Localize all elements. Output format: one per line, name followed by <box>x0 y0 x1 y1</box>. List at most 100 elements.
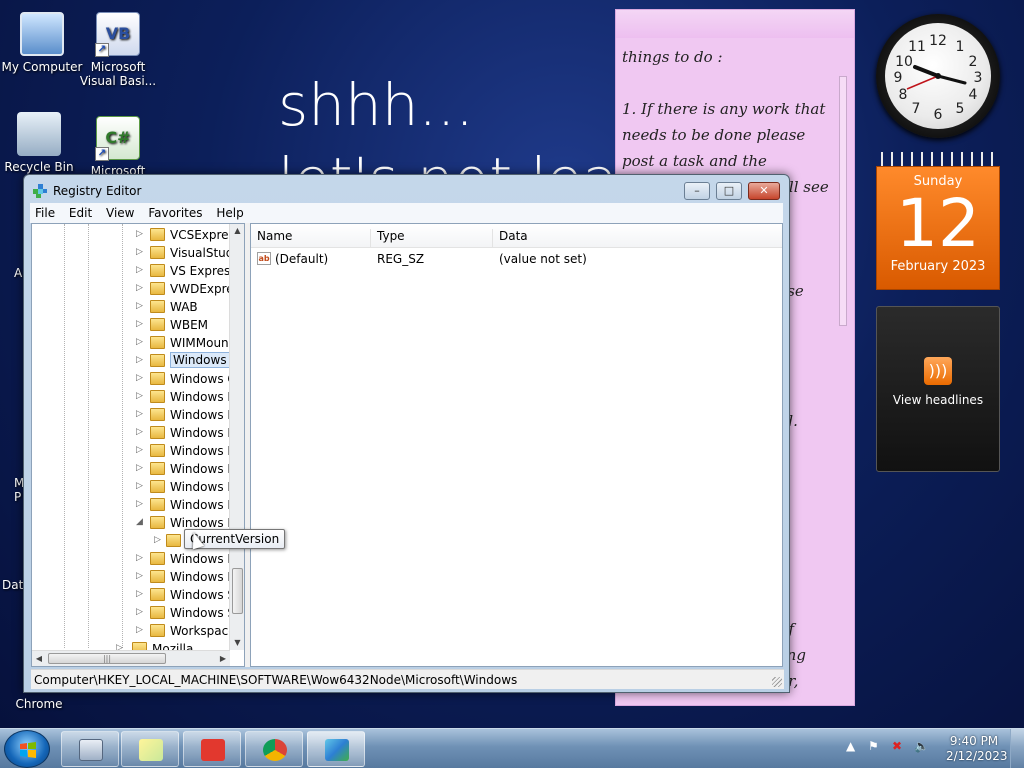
tree-item[interactable]: ▷ VisualStudi <box>32 244 230 262</box>
start-button[interactable] <box>4 730 50 768</box>
menu-favorites[interactable]: Favorites <box>143 203 207 220</box>
expand-arrow-icon[interactable]: ▷ <box>136 391 143 401</box>
expand-arrow-icon[interactable]: ▷ <box>136 337 143 347</box>
expand-arrow-icon[interactable]: ▷ <box>136 499 143 509</box>
tree-item[interactable]: ▷ VWDExpres <box>32 280 230 298</box>
minimize-button[interactable]: – <box>684 182 710 200</box>
action-center-icon[interactable]: ⚑ <box>868 739 879 753</box>
scroll-left-icon[interactable]: ◀ <box>32 651 46 666</box>
tree-item[interactable]: ▷ WIMMoun <box>32 334 230 352</box>
taskbar-button-keyboard[interactable] <box>61 731 119 767</box>
tree-item[interactable]: ▷ Windows S <box>32 586 230 604</box>
scroll-up-icon[interactable]: ▲ <box>230 224 244 238</box>
menu-view[interactable]: View <box>101 203 139 220</box>
clock-gadget[interactable]: 12 1 2 345 678 9 10 11 <box>876 14 1000 138</box>
tree-item[interactable]: ▷ Windows S <box>32 604 230 622</box>
expand-arrow-icon[interactable]: ▷ <box>136 553 143 563</box>
tree-item[interactable]: ▷ VS Express <box>32 262 230 280</box>
desktop-icon-recycle-bin[interactable]: Recycle Bin <box>0 112 81 174</box>
value-name: (Default) <box>275 252 329 266</box>
volume-icon[interactable]: 🔈 <box>914 739 929 753</box>
tree-item[interactable]: ▷ Windows C <box>32 370 230 388</box>
scroll-down-icon[interactable]: ▼ <box>230 636 244 650</box>
expand-arrow-icon[interactable]: ▷ <box>136 625 143 635</box>
desktop-icon-chrome[interactable]: Chrome <box>0 697 81 711</box>
expand-arrow-icon[interactable]: ▷ <box>136 247 143 257</box>
column-header-name[interactable]: Name <box>251 229 371 247</box>
taskbar-button-chrome[interactable] <box>245 731 303 767</box>
svg-text:6: 6 <box>934 107 943 123</box>
expand-arrow-icon[interactable]: ▷ <box>136 607 143 617</box>
expand-arrow-icon[interactable]: ▷ <box>136 427 143 437</box>
expand-arrow-icon[interactable]: ▷ <box>136 265 143 275</box>
title-bar[interactable]: Registry Editor – □ ✕ <box>24 175 789 203</box>
menu-file[interactable]: File <box>30 203 60 220</box>
tree-item[interactable]: ▷ Windows <box>32 352 230 370</box>
expand-arrow-icon[interactable]: ▷ <box>136 301 143 311</box>
tree-item[interactable]: ▷ Windows D <box>32 406 230 424</box>
tree-vertical-scrollbar[interactable]: ▲ ▼ <box>229 224 244 650</box>
tree-item[interactable]: ▷ VCSExpress <box>32 226 230 244</box>
expand-arrow-icon[interactable]: ▷ <box>136 463 143 473</box>
scroll-thumb[interactable] <box>232 568 243 614</box>
expand-arrow-icon[interactable]: ▷ <box>136 373 143 383</box>
tree-horizontal-scrollbar[interactable]: ◀ ||| ▶ <box>32 650 230 666</box>
expand-arrow-icon[interactable]: ▷ <box>154 535 161 545</box>
resize-grip-icon[interactable] <box>772 677 782 687</box>
expand-arrow-icon[interactable]: ▷ <box>136 355 143 365</box>
taskbar-clock[interactable]: 9:40 PM 2/12/2023 <box>946 734 1008 764</box>
tree-item[interactable]: ▷ WBEM <box>32 316 230 334</box>
expand-arrow-icon[interactable]: ▷ <box>136 571 143 581</box>
show-desktop-button[interactable] <box>1010 729 1024 768</box>
view-headlines-label[interactable]: View headlines <box>877 393 999 407</box>
svg-text:7: 7 <box>912 101 921 117</box>
tree-item[interactable]: ▷ Windows P <box>32 568 230 586</box>
menu-help[interactable]: Help <box>211 203 248 220</box>
registry-editor-window[interactable]: Registry Editor – □ ✕ File Edit View Fav… <box>23 174 790 693</box>
tree-item[interactable]: ▷ Windows N <box>32 460 230 478</box>
column-header-type[interactable]: Type <box>371 229 493 247</box>
sticky-note-scrollbar[interactable] <box>838 62 848 702</box>
tree-item[interactable]: ▷ Windows P <box>32 550 230 568</box>
registry-key-tree[interactable]: ▷ VCSExpress ▷ VisualStudi ▷ VS Express ▷ VWDEx… <box>31 223 245 667</box>
calendar-gadget[interactable]: Sunday 12 February 2023 <box>876 152 1000 290</box>
folder-icon <box>150 570 165 583</box>
tree-item[interactable]: ▷ Windows N <box>32 424 230 442</box>
taskbar-button-registry-editor[interactable] <box>307 731 365 767</box>
tree-item[interactable]: ▷ Workspace <box>32 622 230 640</box>
sticky-note-header[interactable] <box>616 10 854 38</box>
status-path: Computer\HKEY_LOCAL_MACHINE\SOFTWARE\Wow… <box>34 673 518 687</box>
tree-item[interactable]: ▷ Windows N <box>32 496 230 514</box>
list-item[interactable]: ab (Default) REG_SZ (value not set) <box>251 250 782 268</box>
maximize-button[interactable]: □ <box>716 182 742 200</box>
scroll-thumb[interactable]: ||| <box>48 653 166 664</box>
expand-arrow-icon[interactable]: ▷ <box>136 445 143 455</box>
menu-edit[interactable]: Edit <box>64 203 97 220</box>
scroll-thumb[interactable] <box>839 76 847 326</box>
network-error-icon[interactable]: ✖ <box>892 739 902 753</box>
desktop-icon-visual-basic[interactable]: VB ↗ Microsoft Visual Basi... <box>76 12 160 88</box>
expand-arrow-icon[interactable]: ▷ <box>136 283 143 293</box>
feed-headlines-gadget[interactable]: ))) View headlines <box>876 306 1000 472</box>
expand-arrow-icon[interactable]: ▷ <box>136 319 143 329</box>
close-button[interactable]: ✕ <box>748 182 780 200</box>
folder-icon <box>150 408 165 421</box>
taskbar-button-sticky-notes[interactable] <box>121 731 179 767</box>
expand-arrow-icon[interactable]: ◢ <box>136 517 143 527</box>
desktop-icon-csharp[interactable]: C# ↗ Microsoft <box>76 116 160 178</box>
desktop-icon-my-computer[interactable]: My Computer <box>0 12 84 74</box>
show-hidden-icons-icon[interactable]: ▲ <box>846 739 855 753</box>
tree-item[interactable]: ▷ Windows D <box>32 388 230 406</box>
expand-arrow-icon[interactable]: ▷ <box>136 409 143 419</box>
scroll-right-icon[interactable]: ▶ <box>216 651 230 666</box>
expand-arrow-icon[interactable]: ▷ <box>136 229 143 239</box>
expand-arrow-icon[interactable]: ▷ <box>136 481 143 491</box>
tree-item[interactable]: ▷ Windows N <box>32 442 230 460</box>
column-header-data[interactable]: Data <box>493 229 783 247</box>
expand-arrow-icon[interactable]: ▷ <box>136 589 143 599</box>
tree-item[interactable]: ▷ Windows N <box>32 478 230 496</box>
taskbar-button-anydesk[interactable] <box>183 731 241 767</box>
registry-values-list[interactable]: Name Type Data ab (Default) REG_SZ (valu… <box>250 223 783 667</box>
tree-item[interactable]: ▷ WAB <box>32 298 230 316</box>
folder-icon <box>150 624 165 637</box>
